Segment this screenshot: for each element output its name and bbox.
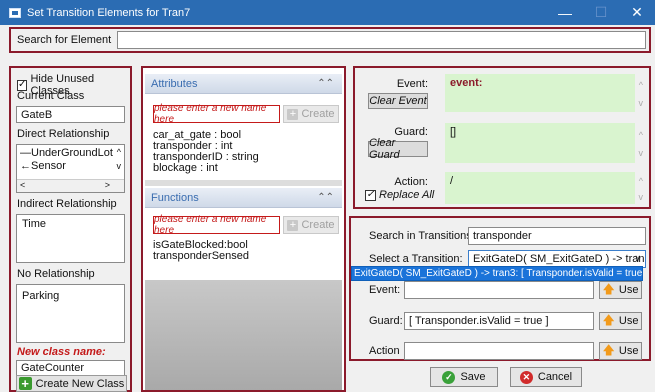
horizontal-scrollbar[interactable]: < > <box>17 179 124 192</box>
transition-action-label: Action <box>369 345 400 357</box>
list-item[interactable]: ←Sensor <box>17 158 113 171</box>
search-transitions-input[interactable]: transponder <box>468 227 646 245</box>
search-element-input[interactable] <box>117 31 646 49</box>
new-class-label: New class name: <box>17 346 106 358</box>
collapse-icon[interactable]: ⌃⌃ <box>317 78 334 89</box>
create-function-button[interactable]: + Create <box>283 216 339 234</box>
replace-all-checkbox-row[interactable]: ✓ Replace All <box>365 189 434 201</box>
function-list: isGateBlocked:bool transponderSensed <box>153 240 249 262</box>
transition-dropdown-option[interactable]: ExitGateD( SM_ExitGateD ) -> tran3: [ Tr… <box>351 266 643 281</box>
use-action-button[interactable]: 🡅 Use <box>599 342 642 360</box>
search-element-row: Search for Element <box>9 27 651 53</box>
transition-guard-label: Guard: <box>369 315 403 327</box>
members-panel: Attributes ⌃⌃ please enter a new name he… <box>141 66 346 392</box>
search-transitions-label: Search in Transitions: <box>369 230 475 242</box>
list-item[interactable]: blockage : int <box>153 163 259 174</box>
list-item[interactable]: Parking <box>17 285 124 307</box>
event-field[interactable]: event: <box>445 74 635 112</box>
select-transition-label: Select a Transition: <box>369 253 463 265</box>
cancel-button[interactable]: ✕ Cancel <box>510 367 582 387</box>
replace-all-checkbox[interactable]: ✓ <box>365 189 376 201</box>
collapse-icon[interactable]: ⌃⌃ <box>317 192 334 203</box>
scroll-up-icon[interactable]: ^ <box>639 130 643 140</box>
direct-relationship-list[interactable]: —UnderGroundLot ←Sensor ^ v < > <box>16 144 125 193</box>
scroll-down-icon[interactable]: v <box>639 192 644 202</box>
new-attribute-input[interactable]: please enter a new name here <box>153 103 280 125</box>
check-icon: ✓ <box>442 370 456 384</box>
divider <box>145 180 342 186</box>
chevron-down-icon[interactable]: ∨ <box>634 253 641 264</box>
scroll-up-icon[interactable]: ^ <box>639 80 643 90</box>
replace-all-label: Replace All <box>379 189 435 201</box>
search-element-label: Search for Element <box>17 34 112 46</box>
current-class-label: Current Class <box>17 90 85 102</box>
use-event-button[interactable]: 🡅 Use <box>599 281 642 299</box>
transition-event-field[interactable] <box>404 281 594 299</box>
use-guard-button[interactable]: 🡅 Use <box>599 312 642 330</box>
use-label: Use <box>618 345 639 357</box>
transition-action-field[interactable] <box>404 342 594 360</box>
attribute-list: car_at_gate : bool transponder : int tra… <box>153 130 259 174</box>
clear-event-button[interactable]: Clear Event <box>368 93 428 109</box>
transition-editor: Event: Clear Event event: ^ v Guard: Cle… <box>353 66 651 209</box>
guard-field[interactable]: [] <box>445 123 635 163</box>
class-panel: ✓ Hide Unused Classes Current Class Gate… <box>9 66 132 392</box>
up-arrow-icon: 🡅 <box>602 342 615 357</box>
plus-icon: + <box>287 219 299 231</box>
current-class-field[interactable]: GateB <box>16 106 125 123</box>
up-arrow-icon: 🡅 <box>602 281 615 296</box>
transition-select-value: ExitGateD( SM_ExitGateD ) -> tran3 <box>473 253 646 265</box>
create-new-class-button[interactable]: + Create New Class <box>16 375 127 392</box>
scroll-up-icon[interactable]: ^ <box>639 176 643 186</box>
create-attribute-label: Create <box>301 108 335 120</box>
close-button[interactable]: ✕ <box>619 0 655 25</box>
event-label: Event: <box>396 78 428 90</box>
up-arrow-icon: 🡅 <box>602 312 615 327</box>
list-item[interactable]: transponderSensed <box>153 251 249 262</box>
attributes-title: Attributes <box>151 77 198 90</box>
scroll-down-icon[interactable]: v <box>639 148 644 158</box>
maximize-button[interactable]: ☐ <box>583 0 619 25</box>
action-field[interactable]: / <box>445 172 635 204</box>
transition-event-label: Event: <box>369 284 401 296</box>
minimize-button[interactable]: — <box>547 0 583 25</box>
direct-relationship-label: Direct Relationship <box>17 128 110 140</box>
attributes-header[interactable]: Attributes ⌃⌃ <box>145 74 342 94</box>
cancel-icon: ✕ <box>519 370 533 384</box>
scroll-right-icon[interactable]: > <box>105 180 110 190</box>
create-new-class-label: Create New Class <box>35 377 125 390</box>
create-attribute-button[interactable]: + Create <box>283 105 339 123</box>
indirect-relationship-list[interactable]: Time <box>16 214 125 263</box>
clear-guard-button[interactable]: Clear Guard <box>368 137 428 161</box>
create-function-label: Create <box>301 219 335 231</box>
save-button[interactable]: ✓ Save <box>430 367 498 387</box>
title-bar: Set Transition Elements for Tran7 — ☐ ✕ <box>0 0 655 25</box>
list-item[interactable]: —UnderGroundLot <box>17 145 113 158</box>
scroll-left-icon[interactable]: < <box>20 180 25 190</box>
hide-unused-checkbox[interactable]: ✓ <box>17 79 28 91</box>
functions-header[interactable]: Functions ⌃⌃ <box>145 188 342 208</box>
scroll-up-icon[interactable]: ^ <box>117 147 121 157</box>
indirect-relationship-label: Indirect Relationship <box>17 198 117 210</box>
use-label: Use <box>618 315 639 327</box>
action-label: Action: <box>394 176 428 188</box>
empty-area <box>145 280 342 390</box>
plus-icon: + <box>287 108 299 120</box>
new-class-input[interactable]: GateCounter <box>16 360 125 376</box>
new-function-input[interactable]: please enter a new name here <box>153 214 280 236</box>
no-relationship-list[interactable]: Parking <box>16 284 125 343</box>
no-relationship-label: No Relationship <box>17 268 95 280</box>
save-label: Save <box>460 371 486 383</box>
scroll-down-icon[interactable]: v <box>117 161 122 171</box>
scroll-down-icon[interactable]: v <box>639 98 644 108</box>
list-item[interactable]: Time <box>17 215 124 233</box>
search-transitions-panel: Search in Transitions: transponder Selec… <box>349 216 651 361</box>
functions-title: Functions <box>151 191 199 204</box>
use-label: Use <box>618 284 639 296</box>
window-title: Set Transition Elements for Tran7 <box>27 6 191 19</box>
cancel-label: Cancel <box>537 371 573 383</box>
plus-icon: + <box>18 377 32 390</box>
app-icon <box>9 7 21 18</box>
transition-guard-field[interactable]: [ Transponder.isValid = true ] <box>404 312 594 330</box>
